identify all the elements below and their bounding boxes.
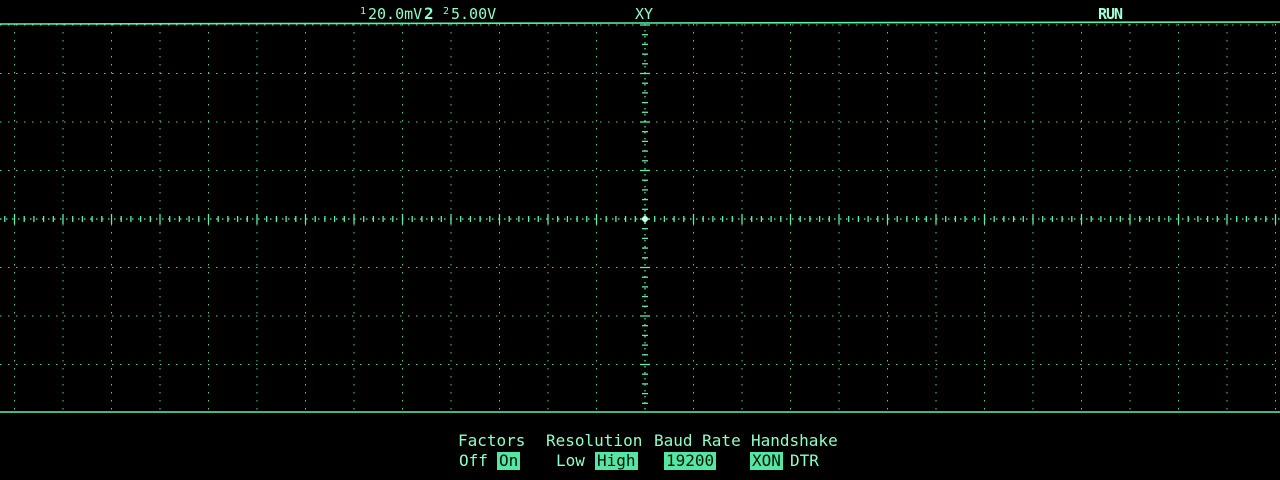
factors-off-option[interactable]: Off	[459, 452, 488, 470]
graticule-frame	[0, 21, 1280, 413]
factors-on-option[interactable]: On	[497, 452, 521, 470]
handshake-dtr-option[interactable]: DTR	[790, 452, 819, 470]
graticule	[0, 21, 1280, 413]
softkey-handshake-label: Handshake	[751, 431, 838, 450]
graticule-grid	[0, 24, 1280, 412]
xy-trace-dot	[642, 216, 648, 222]
softkey-resolution-label: Resolution	[546, 431, 643, 450]
baud-rate-value[interactable]: 19200	[664, 452, 717, 470]
softkey-baud-rate-label: Baud Rate	[654, 431, 741, 450]
oscilloscope-screen: 1 20.0mV 2 2 5.00V XY RUN Factors Resolu…	[0, 0, 1280, 480]
softkey-factors-label: Factors	[458, 431, 526, 450]
handshake-xon-option[interactable]: XON	[750, 452, 783, 470]
graticule-axes	[0, 24, 1280, 412]
resolution-low-option[interactable]: Low	[556, 452, 585, 470]
resolution-high-option[interactable]: High	[595, 452, 638, 470]
softkey-menu: Factors Resolution Baud Rate Handshake O…	[0, 428, 1280, 480]
